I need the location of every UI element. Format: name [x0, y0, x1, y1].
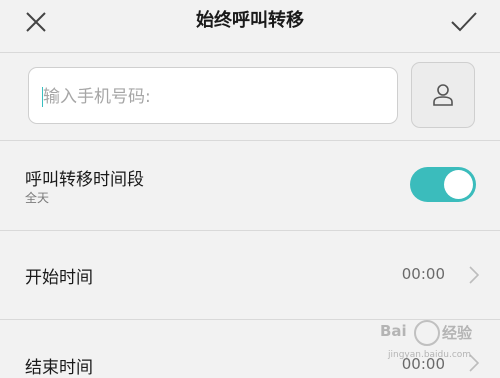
title-bar: 始终呼叫转移 [0, 0, 500, 52]
paw-icon [414, 320, 440, 346]
forward-period-subtitle: 全天 [25, 191, 50, 205]
forward-period-toggle[interactable] [410, 167, 476, 202]
toggle-knob [444, 170, 473, 199]
contacts-button[interactable] [411, 62, 475, 128]
end-time-label: 结束时间 [25, 358, 93, 378]
watermark-brand2: 经验 [442, 324, 473, 342]
page-title: 始终呼叫转移 [196, 10, 304, 31]
divider [0, 52, 500, 53]
divider [0, 230, 500, 231]
phone-field[interactable] [28, 67, 398, 125]
watermark-brand: Bai [380, 322, 407, 340]
chevron-right-icon [469, 266, 480, 284]
check-icon [451, 12, 477, 32]
forward-period-label: 呼叫转移时间段 [25, 170, 144, 190]
divider [0, 140, 500, 141]
baidu-watermark: Bai 经验 jingyan.baidu.com [380, 320, 495, 372]
phone-input[interactable] [41, 68, 385, 125]
confirm-button[interactable] [438, 0, 490, 44]
start-time-value: 00:00 [401, 265, 445, 283]
person-icon [433, 84, 453, 106]
start-time-label: 开始时间 [25, 268, 93, 288]
watermark-url: jingyan.baidu.com [388, 350, 472, 360]
